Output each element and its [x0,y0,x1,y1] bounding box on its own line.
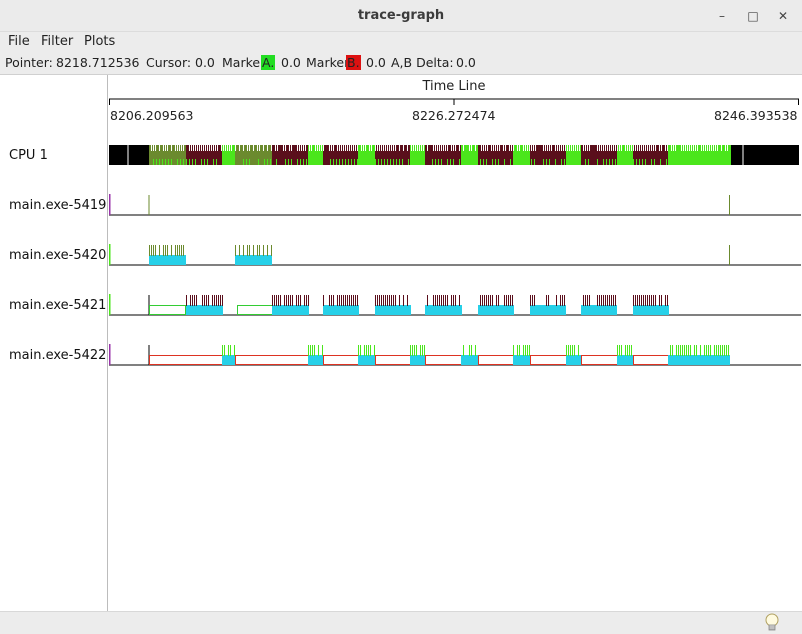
row-label-cpu1: CPU 1 [9,148,48,163]
run-block [410,355,425,365]
run-block [617,355,633,365]
run-block [425,305,462,315]
menu-file[interactable]: File [8,34,30,49]
marker-a-swatch: A. [261,55,276,70]
menu-filter[interactable]: Filter [41,34,73,49]
lightbulb-icon[interactable] [763,613,781,633]
trace-canvas[interactable]: CPU 1 main.exe-5419 main.exe-5420 main.e… [0,74,802,612]
wait-block [581,355,618,365]
run-block [149,255,186,265]
wait-block [323,355,359,365]
run-block [461,355,478,365]
delta-label: A,B Delta: [391,55,454,70]
row-label-5420: main.exe-5420 [9,248,107,263]
run-block [186,305,223,315]
row-label-pane: CPU 1 main.exe-5419 main.exe-5420 main.e… [0,75,108,612]
run-block [235,255,272,265]
wait-block [633,355,669,365]
menu-plots[interactable]: Plots [84,34,115,49]
run-block [222,355,235,365]
run-block [513,355,530,365]
wait-block [375,355,411,365]
wait-block [149,355,223,365]
trace-5422 [109,344,730,365]
trace-5420 [109,244,730,265]
cursor-value: 0.0 [195,55,215,70]
wait-block [237,305,273,315]
row-label-5421: main.exe-5421 [9,298,107,313]
run-block [358,355,375,365]
marker-a-value: 0.0 [281,55,301,70]
cpu1-trace [109,145,799,165]
wait-block [425,355,462,365]
delta-value: 0.0 [456,55,476,70]
marker-b-swatch: B. [346,55,361,70]
cpu-segment [375,145,410,165]
run-block [375,305,411,315]
trace-5421 [109,294,669,315]
run-block [668,355,730,365]
close-icon[interactable]: ✕ [775,8,791,24]
maximize-icon[interactable]: □ [745,8,761,24]
run-block [308,355,323,365]
wait-block [478,355,514,365]
marker-b-label: Marker [306,55,350,70]
run-block [530,305,566,315]
wait-block [149,305,186,315]
run-block [566,355,581,365]
marker-b-value: 0.0 [366,55,386,70]
marker-a-label: Marker [222,55,266,70]
cpu-segment [323,145,358,165]
menu-bar: File Filter Plots [0,32,802,52]
status-bar [0,611,802,634]
run-block [272,305,309,315]
cursor-label: Cursor: [146,55,192,70]
status-line: Pointer: 8218.712536 Cursor: 0.0 Marker … [0,53,802,73]
trace-plot[interactable] [109,75,802,612]
run-block [581,305,617,315]
graph-area[interactable]: Time Line 8206.209563 8226.272474 8246.3… [109,75,802,612]
wait-block [530,355,567,365]
trace-5419 [109,194,730,215]
row-label-5419: main.exe-5419 [9,198,107,213]
run-block [478,305,514,315]
title-bar: trace-graph – □ ✕ [0,0,802,32]
pointer-value: 8218.712536 [56,55,140,70]
wait-block [235,355,309,365]
run-block [633,305,669,315]
minimize-icon[interactable]: – [714,8,730,24]
run-block [323,305,359,315]
cpu-segment [633,145,668,165]
cpu-segment [731,145,739,165]
row-label-5422: main.exe-5422 [9,348,107,363]
window-title: trace-graph [357,8,445,23]
pointer-label: Pointer: [5,55,53,70]
